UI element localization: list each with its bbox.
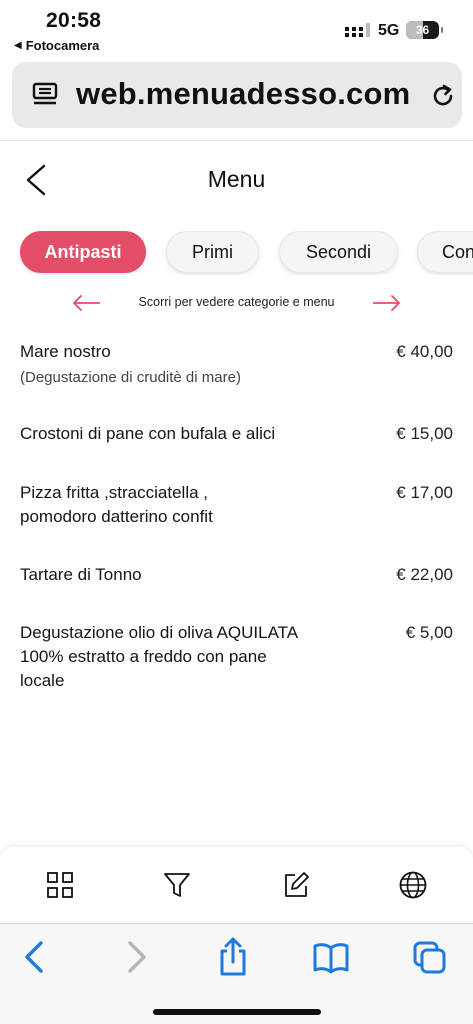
tab-primi[interactable]: Primi	[166, 231, 259, 273]
scroll-hint: Scorri per vedere categorie e menu	[0, 292, 473, 314]
bookmarks-icon[interactable]	[313, 937, 349, 977]
cellular-signal-icon	[345, 23, 370, 37]
battery-level: 36	[415, 23, 430, 37]
share-icon[interactable]	[215, 937, 251, 977]
menu-item-name: Tartare di Tonno	[20, 565, 142, 584]
menu-item-description: (Degustazione di cruditè di mare)	[20, 369, 241, 386]
tab-con[interactable]: Con	[417, 231, 473, 273]
menu-item-name: Degustazione olio di oliva AQUILATA 100%…	[20, 623, 298, 690]
back-triangle-icon: ◀	[14, 40, 22, 51]
menu-item-price: € 15,00	[396, 424, 453, 443]
tab-antipasti[interactable]: Antipasti	[20, 231, 146, 273]
reload-icon[interactable]	[430, 82, 456, 110]
globe-icon[interactable]	[398, 870, 428, 900]
edit-icon[interactable]	[281, 870, 311, 900]
status-bar: 20:58 ◀ Fotocamera 5G 36	[0, 0, 473, 56]
menu-item-name: Mare nostro	[20, 342, 111, 361]
site-toolbar	[0, 847, 473, 923]
page-title: Menu	[207, 166, 266, 192]
menu-item[interactable]: Crostoni di pane con bufala e alici € 15…	[20, 422, 453, 446]
menu-item-price: € 5,00	[405, 623, 453, 642]
menu-item-name: Pizza fritta ,stracciatella , pomodoro d…	[20, 483, 213, 526]
menu-item[interactable]: Tartare di Tonno € 22,00	[20, 563, 453, 587]
network-type: 5G	[378, 22, 400, 39]
tab-secondi[interactable]: Secondi	[279, 231, 398, 273]
filter-icon[interactable]	[162, 870, 192, 900]
url-text[interactable]: web.menuadesso.com	[76, 76, 410, 112]
page-menu-icon[interactable]	[32, 82, 60, 108]
home-indicator	[153, 1009, 321, 1015]
tabs-icon[interactable]	[412, 937, 448, 977]
address-bar[interactable]: web.menuadesso.com	[12, 62, 462, 128]
grid-icon[interactable]	[45, 870, 75, 900]
menu-item-price: € 40,00	[396, 342, 453, 361]
menu-item-price: € 22,00	[396, 565, 453, 584]
menu-item[interactable]: Mare nostro (Degustazione di cruditè di …	[20, 340, 453, 390]
arrow-right-icon[interactable]	[371, 295, 401, 311]
category-tabs: Antipasti Primi Secondi Con	[0, 231, 473, 275]
divider	[0, 140, 473, 141]
scroll-hint-text: Scorri per vedere categorie e menu	[138, 295, 335, 309]
menu-item[interactable]: Pizza fritta ,stracciatella , pomodoro d…	[20, 481, 453, 529]
menu-item[interactable]: Degustazione olio di oliva AQUILATA 100%…	[20, 621, 453, 693]
back-to-app-link[interactable]: ◀ Fotocamera	[14, 38, 99, 53]
battery-indicator: 36	[406, 21, 443, 39]
back-app-label: Fotocamera	[25, 38, 100, 53]
menu-item-price: € 17,00	[396, 483, 453, 502]
status-time: 20:58	[46, 9, 102, 32]
browser-forward-icon[interactable]	[118, 937, 154, 977]
browser-toolbar	[0, 923, 473, 1024]
menu-item-name: Crostoni di pane con bufala e alici	[20, 424, 276, 443]
browser-back-icon[interactable]	[17, 937, 53, 977]
